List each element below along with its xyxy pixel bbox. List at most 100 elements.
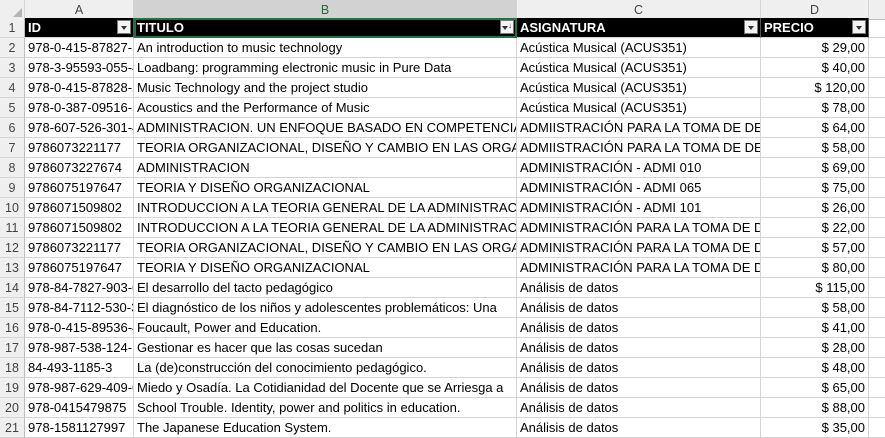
cell-titulo[interactable]: El desarrollo del tacto pedagógico (134, 278, 517, 298)
row-number[interactable]: 9 (0, 178, 25, 198)
cell-id[interactable]: 9786073227674 (25, 158, 134, 178)
cell-asignatura[interactable]: ADMINISTRACIÓN PARA LA TOMA DE DECISIONE… (517, 218, 761, 238)
cell-id[interactable]: 978-987-538-124-1 (25, 338, 134, 358)
row-number[interactable]: 2 (0, 38, 25, 58)
cell-precio[interactable]: $ 57,00 (761, 238, 869, 258)
row-number[interactable]: 21 (0, 418, 25, 438)
cell-id[interactable]: 978-0-415-87827-5 (25, 38, 134, 58)
cell-titulo[interactable]: An introduction to music technology (134, 38, 517, 58)
header-cell-id[interactable]: ID (25, 18, 134, 38)
empty-cell[interactable] (869, 18, 885, 38)
filter-sort-dropdown-icon[interactable]: ↓ (500, 20, 514, 34)
empty-cell[interactable] (869, 178, 885, 198)
row-number[interactable]: 17 (0, 338, 25, 358)
row-number[interactable]: 8 (0, 158, 25, 178)
cell-precio[interactable]: $ 58,00 (761, 298, 869, 318)
cell-id[interactable]: 978-0-415-89536-4 (25, 318, 134, 338)
row-number[interactable]: 6 (0, 118, 25, 138)
cell-asignatura[interactable]: Análisis de datos (517, 338, 761, 358)
empty-cell[interactable] (869, 218, 885, 238)
empty-cell[interactable] (869, 398, 885, 418)
cell-id[interactable]: 978-84-7112-530-3 (25, 298, 134, 318)
row-number[interactable]: 15 (0, 298, 25, 318)
cell-id[interactable]: 9786073221177 (25, 138, 134, 158)
cell-asignatura[interactable]: ADMIISTRACIÓN PARA LA TOMA DE DECISIONES (517, 138, 761, 158)
cell-id[interactable]: 9786075197647 (25, 178, 134, 198)
cell-titulo[interactable]: TEORIA Y DISEÑO ORGANIZACIONAL (134, 258, 517, 278)
cell-asignatura[interactable]: Análisis de datos (517, 278, 761, 298)
row-number[interactable]: 5 (0, 98, 25, 118)
cell-precio[interactable]: $ 40,00 (761, 58, 869, 78)
cell-precio[interactable]: $ 48,00 (761, 358, 869, 378)
column-header-d[interactable]: D (761, 0, 869, 20)
empty-cell[interactable] (869, 278, 885, 298)
cell-titulo[interactable]: ADMINISTRACION. UN ENFOQUE BASADO EN COM… (134, 118, 517, 138)
cell-precio[interactable]: $ 75,00 (761, 178, 869, 198)
cell-precio[interactable]: $ 69,00 (761, 158, 869, 178)
empty-cell[interactable] (869, 158, 885, 178)
empty-cell[interactable] (869, 358, 885, 378)
cell-asignatura[interactable]: Acústica Musical (ACUS351) (517, 78, 761, 98)
cell-id[interactable]: 9786073221177 (25, 238, 134, 258)
cell-precio[interactable]: $ 28,00 (761, 338, 869, 358)
cell-asignatura[interactable]: Análisis de datos (517, 378, 761, 398)
header-cell-asignatura[interactable]: ASIGNATURA (517, 18, 761, 38)
cell-id[interactable]: 9786075197647 (25, 258, 134, 278)
cell-precio[interactable]: $ 64,00 (761, 118, 869, 138)
column-header-b[interactable]: B (134, 0, 517, 20)
select-all-corner[interactable] (0, 0, 25, 20)
cell-precio[interactable]: $ 35,00 (761, 418, 869, 438)
cell-id[interactable]: 978-987-629-409-0 (25, 378, 134, 398)
row-number[interactable]: 11 (0, 218, 25, 238)
cell-asignatura[interactable]: ADMINISTRACIÓN PARA LA TOMA DE DECISIONE… (517, 258, 761, 278)
cell-titulo[interactable]: TEORIA ORGANIZACIONAL, DISEÑO Y CAMBIO E… (134, 238, 517, 258)
cell-precio[interactable]: $ 80,00 (761, 258, 869, 278)
cell-asignatura[interactable]: Acústica Musical (ACUS351) (517, 98, 761, 118)
header-cell-precio[interactable]: PRECIO (761, 18, 869, 38)
row-number[interactable]: 12 (0, 238, 25, 258)
cell-titulo[interactable]: TEORIA ORGANIZACIONAL, DISEÑO Y CAMBIO E… (134, 138, 517, 158)
cell-asignatura[interactable]: Análisis de datos (517, 298, 761, 318)
cell-precio[interactable]: $ 29,00 (761, 38, 869, 58)
row-number[interactable]: 4 (0, 78, 25, 98)
cell-titulo[interactable]: INTRODUCCION A LA TEORIA GENERAL DE LA A… (134, 198, 517, 218)
empty-cell[interactable] (869, 418, 885, 438)
cell-precio[interactable]: $ 22,00 (761, 218, 869, 238)
row-number[interactable]: 20 (0, 398, 25, 418)
empty-cell[interactable] (869, 258, 885, 278)
cell-asignatura[interactable]: Acústica Musical (ACUS351) (517, 58, 761, 78)
row-number[interactable]: 3 (0, 58, 25, 78)
cell-asignatura[interactable]: Análisis de datos (517, 398, 761, 418)
row-number[interactable]: 13 (0, 258, 25, 278)
empty-cell[interactable] (869, 98, 885, 118)
cell-titulo[interactable]: The Japanese Education System. (134, 418, 517, 438)
cell-precio[interactable]: $ 65,00 (761, 378, 869, 398)
cell-titulo[interactable]: Loadbang: programming electronic music i… (134, 58, 517, 78)
filter-dropdown-icon[interactable] (852, 20, 866, 34)
cell-asignatura[interactable]: ADMINISTRACIÓN - ADMI 010 (517, 158, 761, 178)
cell-id[interactable]: 978-607-526-301-4 (25, 118, 134, 138)
cell-id[interactable]: 978-0-387-09516-5 (25, 98, 134, 118)
cell-titulo[interactable]: Foucault, Power and Education. (134, 318, 517, 338)
cell-precio[interactable]: $ 26,00 (761, 198, 869, 218)
cell-asignatura[interactable]: ADMINISTRACIÓN - ADMI 065 (517, 178, 761, 198)
cell-id[interactable]: 978-0415479875 (25, 398, 134, 418)
cell-id[interactable]: 978-1581127997 (25, 418, 134, 438)
empty-cell[interactable] (869, 58, 885, 78)
cell-asignatura[interactable]: ADMIISTRACIÓN PARA LA TOMA DE DECISIONES (517, 118, 761, 138)
row-number[interactable]: 18 (0, 358, 25, 378)
column-header-c[interactable]: C (517, 0, 761, 20)
cell-asignatura[interactable]: Acústica Musical (ACUS351) (517, 38, 761, 58)
cell-id[interactable]: 978-3-95593-055-4 (25, 58, 134, 78)
cell-id[interactable]: 9786071509802 (25, 218, 134, 238)
cell-titulo[interactable]: TEORIA Y DISEÑO ORGANIZACIONAL (134, 178, 517, 198)
empty-cell[interactable] (869, 378, 885, 398)
cell-id[interactable]: 9786071509802 (25, 198, 134, 218)
row-number[interactable]: 10 (0, 198, 25, 218)
empty-cell[interactable] (869, 238, 885, 258)
row-number[interactable]: 7 (0, 138, 25, 158)
filter-dropdown-icon[interactable] (117, 20, 131, 34)
cell-titulo[interactable]: ADMINISTRACION (134, 158, 517, 178)
empty-cell[interactable] (869, 298, 885, 318)
cell-precio[interactable]: $ 41,00 (761, 318, 869, 338)
